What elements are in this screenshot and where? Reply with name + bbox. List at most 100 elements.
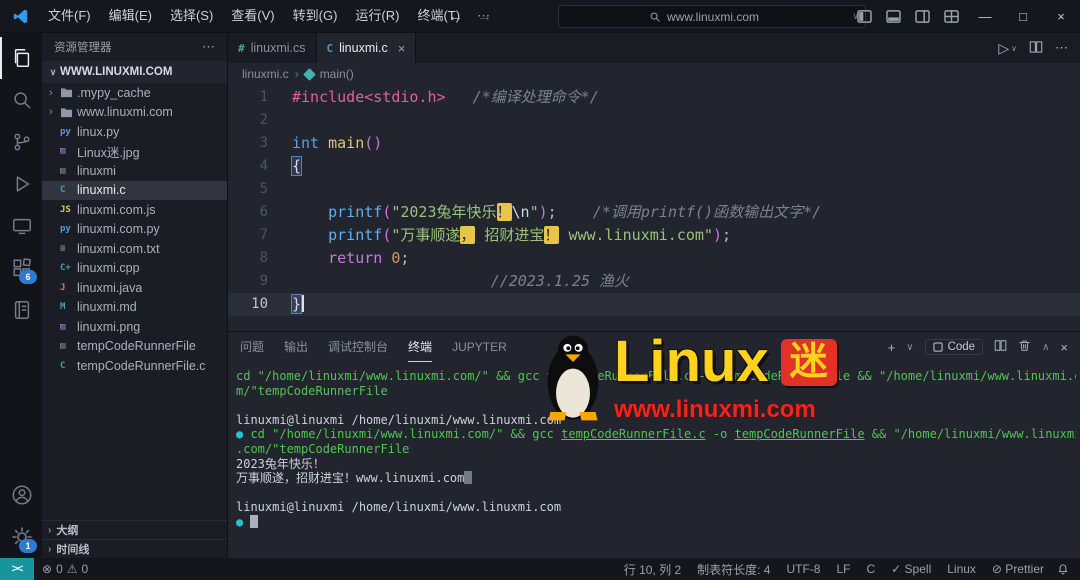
tree-item[interactable]: Clinuxmi.c <box>42 180 227 200</box>
menu-item[interactable]: 查看(V) <box>222 0 283 32</box>
tree-item[interactable]: ▤ tempCodeRunnerFile <box>42 337 227 357</box>
status-item[interactable]: C <box>858 562 883 576</box>
activity-settings-gear[interactable]: 1 <box>0 516 42 558</box>
code-editor[interactable]: 1 #include<stdio.h> /*编译处理命令*/ 2 3 int main(… <box>228 85 1080 331</box>
status-item[interactable]: LF <box>828 562 858 576</box>
activity-explorer[interactable] <box>0 37 42 79</box>
menu-item[interactable]: 编辑(E) <box>100 0 161 32</box>
close-tab-icon[interactable]: × <box>398 41 406 56</box>
panel-tab[interactable]: 问题 <box>240 333 264 362</box>
sidebar-more-actions-icon[interactable]: ⋯ <box>202 39 215 55</box>
activity-account[interactable] <box>0 474 42 516</box>
maximize-button[interactable]: □ <box>1004 0 1042 32</box>
panel-tab[interactable]: 调试控制台 <box>328 333 388 362</box>
editor-tab[interactable]: Clinuxmi.c × <box>316 33 417 63</box>
activity-source-control[interactable] <box>0 121 42 163</box>
workspace-root[interactable]: ∨ WWW.LINUXMI.COM <box>42 61 227 83</box>
forward-icon[interactable]: → <box>477 8 492 25</box>
editor-more-actions-icon[interactable]: ⋯ <box>1055 40 1068 56</box>
tree-item[interactable]: C+ linuxmi.cpp <box>42 259 227 279</box>
menu-item[interactable]: 文件(F) <box>39 0 100 32</box>
tree-item[interactable]: JS linuxmi.com.js <box>42 200 227 220</box>
menu-item[interactable]: 运行(R) <box>346 0 408 32</box>
outline-section[interactable]: › 大纲 <box>42 520 227 539</box>
activity-notebook[interactable] <box>0 289 42 331</box>
editor-tab[interactable]: # linuxmi.cs <box>228 33 317 63</box>
code-line[interactable]: 7 printf("万事顺遂， 招财进宝！ www.linuxmi.com"); <box>228 224 1080 247</box>
minimize-button[interactable]: — <box>966 0 1004 32</box>
tree-item[interactable]: Jlinuxmi.java <box>42 278 227 298</box>
tree-item[interactable]: ▨ Linux迷.jpg <box>42 142 227 162</box>
code-line[interactable]: 1 #include<stdio.h> /*编译处理命令*/ <box>228 86 1080 109</box>
toggle-panel-icon[interactable] <box>886 9 901 23</box>
tree-item[interactable]: Mlinuxmi.md <box>42 298 227 318</box>
editor-tab-bar: # linuxmi.cs Clinuxmi.c × ▷ ∨ ⋯ <box>228 33 1080 63</box>
menu-item[interactable]: 转到(G) <box>284 0 347 32</box>
line-number: 7 <box>259 227 268 243</box>
terminal-profile-chip[interactable]: Code <box>924 339 984 355</box>
tree-item[interactable]: py linuxmi.com.py <box>42 220 227 240</box>
tree-item[interactable]: › .mypy_cache <box>42 83 227 103</box>
menu-item[interactable]: 选择(S) <box>161 0 222 32</box>
split-terminal-icon[interactable] <box>994 339 1007 355</box>
code-line[interactable]: 4{ <box>228 155 1080 178</box>
code-line[interactable]: 9 //2023.1.25 渔火 <box>228 270 1080 293</box>
bottom-panel: 问题 输出 调试控制台 终端 JUPYTER + ∨ Code ∧ × cd "… <box>228 331 1080 558</box>
code-line[interactable]: 10} <box>228 293 1080 316</box>
status-item[interactable]: UTF-8 <box>778 562 828 576</box>
activity-remote-explorer[interactable] <box>0 205 42 247</box>
tree-item[interactable]: ▨ linuxmi.png <box>42 317 227 337</box>
terminal-line: linuxmi@linuxmi /home/linuxmi/www.linuxm… <box>236 500 562 515</box>
cpp-file-icon: C+ <box>60 263 71 274</box>
bell-icon[interactable] <box>1052 562 1080 576</box>
code-line[interactable]: 8 return 0; <box>228 247 1080 270</box>
status-item[interactable]: ✓ Spell <box>883 562 939 576</box>
file-name: linux.py <box>77 124 120 139</box>
tree-item[interactable]: py linux.py <box>42 122 227 142</box>
activity-extensions[interactable]: 6 <box>0 247 42 289</box>
panel-header: 问题 输出 调试控制台 终端 JUPYTER + ∨ Code ∧ × <box>228 332 1080 362</box>
toggle-secondary-sidebar-icon[interactable] <box>915 9 930 23</box>
sidebar-sections: › 大纲 › 时间线 <box>42 520 227 558</box>
timeline-section[interactable]: › 时间线 <box>42 539 227 558</box>
kill-terminal-icon[interactable] <box>1018 339 1031 355</box>
activity-run-debug[interactable] <box>0 163 42 205</box>
close-panel-icon[interactable]: × <box>1060 340 1068 355</box>
new-terminal-icon[interactable]: + <box>888 340 896 355</box>
status-item[interactable]: ⊘ Prettier <box>984 562 1052 576</box>
tree-item[interactable]: ≡ linuxmi.com.txt <box>42 239 227 259</box>
run-file-button[interactable]: ▷ ∨ <box>998 40 1017 57</box>
toggle-sidebar-icon[interactable] <box>857 9 872 23</box>
img-file-icon: ▨ <box>60 146 66 157</box>
terminal-dropdown-icon[interactable]: ∨ <box>906 342 913 353</box>
problems-status[interactable]: ⊗ 0 ⚠ 0 <box>34 562 96 576</box>
file-name: Linux迷.jpg <box>77 145 140 160</box>
panel-tab[interactable]: 终端 <box>408 333 433 362</box>
tree-item[interactable]: ▤ linuxmi <box>42 161 227 181</box>
tree-item[interactable]: › www.linuxmi.com <box>42 103 227 123</box>
symbol-method-icon <box>302 67 316 81</box>
panel-tab[interactable]: JUPYTER <box>452 333 507 362</box>
breadcrumb[interactable]: linuxmi.c › main() <box>228 63 1080 85</box>
activity-search[interactable] <box>0 79 42 121</box>
tree-item[interactable]: CtempCodeRunnerFile.c <box>42 356 227 376</box>
split-editor-icon[interactable] <box>1029 40 1043 57</box>
back-icon[interactable]: ← <box>448 8 463 25</box>
window-controls: — □ × <box>850 0 1080 32</box>
customize-layout-icon[interactable] <box>944 9 959 23</box>
close-button[interactable]: × <box>1042 0 1080 32</box>
breadcrumb-symbol[interactable]: main() <box>320 67 354 81</box>
status-item[interactable]: 制表符长度: 4 <box>689 561 778 578</box>
panel-tab[interactable]: 输出 <box>284 333 308 362</box>
command-center-search[interactable]: www.linuxmi.com ∨ <box>558 5 866 28</box>
code-line[interactable]: 3 int main() <box>228 132 1080 155</box>
remote-indicator[interactable]: >< <box>0 558 34 580</box>
terminal-output[interactable]: cd "/home/linuxmi/www.linuxmi.com/" && g… <box>236 369 1076 558</box>
code-line[interactable]: 6 printf("2023兔年快乐！\n"); /*调用printf()函数输… <box>228 201 1080 224</box>
status-item[interactable]: Linux <box>939 562 984 576</box>
code-line[interactable]: 2 <box>228 109 1080 132</box>
status-item[interactable]: 行 10, 列 2 <box>616 561 689 578</box>
code-line[interactable]: 5 <box>228 178 1080 201</box>
maximize-panel-icon[interactable]: ∧ <box>1042 342 1049 353</box>
breadcrumb-file[interactable]: linuxmi.c <box>242 67 289 81</box>
